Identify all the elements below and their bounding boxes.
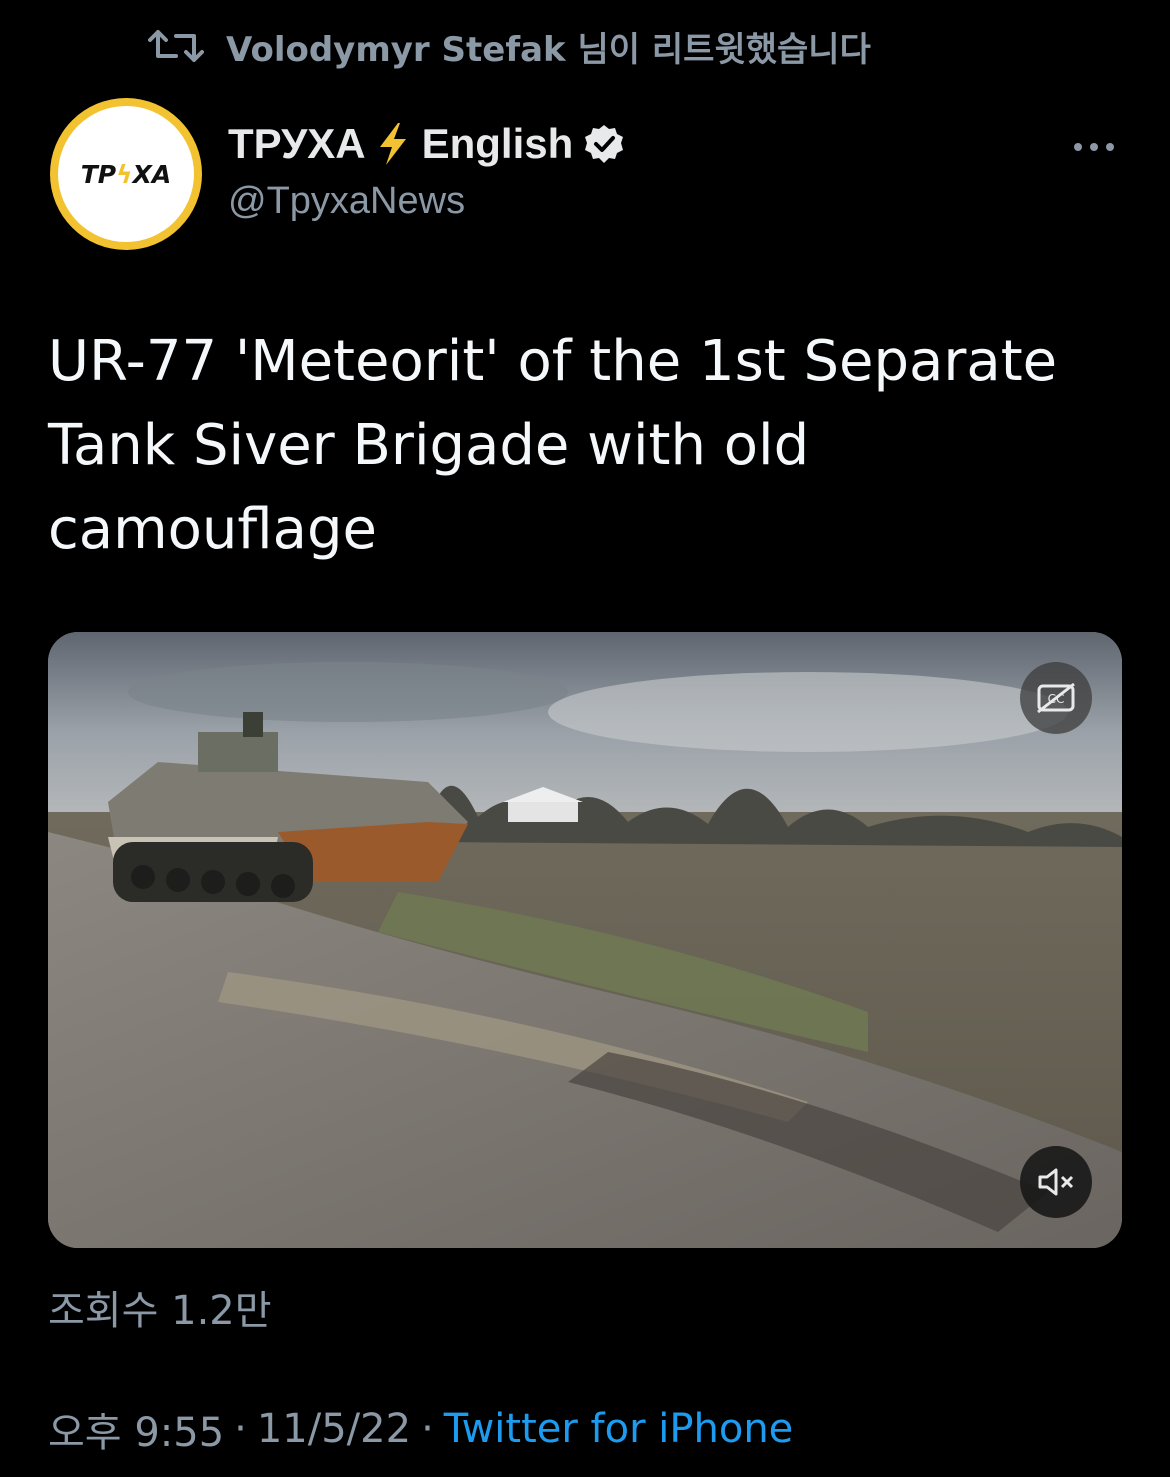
avatar-logo-text-right: XA (132, 159, 172, 189)
tweet-time: 오후 9:55 (48, 1410, 225, 1456)
author-name-right: English (421, 120, 574, 167)
verified-badge-icon (583, 123, 625, 165)
lightning-icon (372, 121, 414, 167)
more-options-icon[interactable] (1068, 130, 1120, 164)
retweet-icon (148, 26, 204, 66)
author-name-left: ТРУХА (228, 120, 366, 167)
avatar-logo: TP ϟ XA (58, 106, 194, 242)
author-name[interactable]: ТРУХА English (228, 120, 625, 168)
tweet-source-link[interactable]: Twitter for iPhone (444, 1406, 794, 1452)
retweet-label: Volodymyr Stefak 님이 리트윗했습니다 (226, 29, 871, 70)
author-handle[interactable]: @TpyxaNews (228, 180, 465, 223)
meta-separator: · (421, 1406, 434, 1452)
tweet-text: UR-77 'Meteorit' of the 1st Separate Tan… (48, 329, 1058, 562)
captions-off-icon[interactable]: CC (1020, 662, 1092, 734)
avatar[interactable]: TP ϟ XA (50, 98, 202, 250)
avatar-logo-text-left: TP (80, 159, 117, 189)
muted-speaker-icon[interactable] (1020, 1146, 1092, 1218)
meta-separator: · (234, 1406, 247, 1452)
retweet-context[interactable]: Volodymyr Stefak 님이 리트윗했습니다 (148, 22, 871, 70)
tweet-date: 11/5/22 (256, 1406, 412, 1452)
tweet-video[interactable]: CC (48, 632, 1122, 1248)
avatar-lightning-icon: ϟ (116, 159, 133, 189)
video-frame-image (48, 632, 1122, 1248)
view-count: 조회수 1.2만 (48, 1288, 272, 1334)
tweet-meta: 오후 9:55 · 11/5/22 · Twitter for iPhone (48, 1400, 793, 1458)
